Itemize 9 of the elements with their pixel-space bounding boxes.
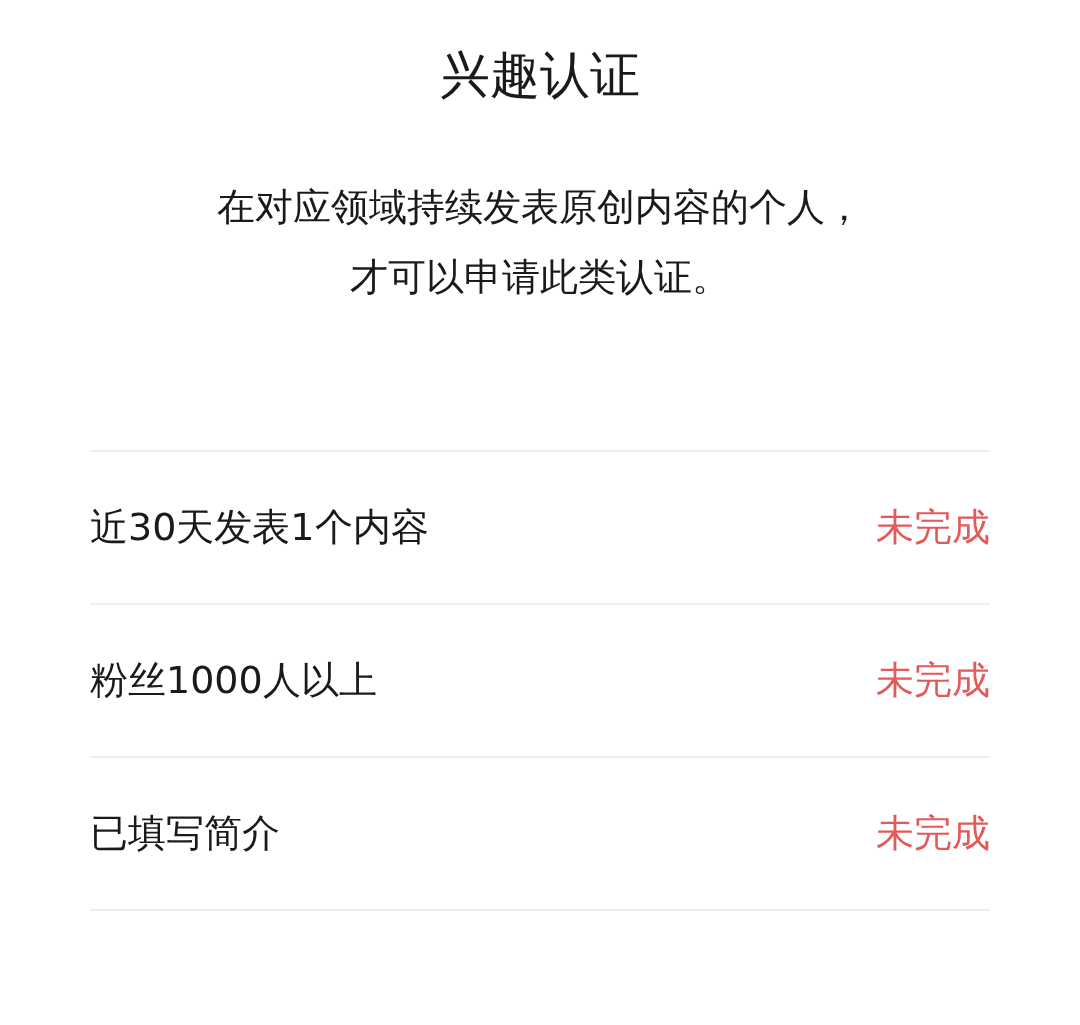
requirement-status: 未完成 — [876, 810, 990, 857]
page-title: 兴趣认证 — [439, 45, 641, 106]
description-text: 在对应领域持续发表原创内容的个人， — [217, 184, 863, 231]
requirement-status: 未完成 — [876, 504, 990, 551]
requirement-label: 已填写简介 — [90, 810, 280, 857]
description-text: 才可以申请此类认证。 — [350, 254, 730, 301]
requirement-label: 近30天发表1个内容 — [90, 504, 429, 551]
requirement-status: 未完成 — [876, 657, 990, 704]
requirement-label: 粉丝1000人以上 — [90, 657, 377, 704]
